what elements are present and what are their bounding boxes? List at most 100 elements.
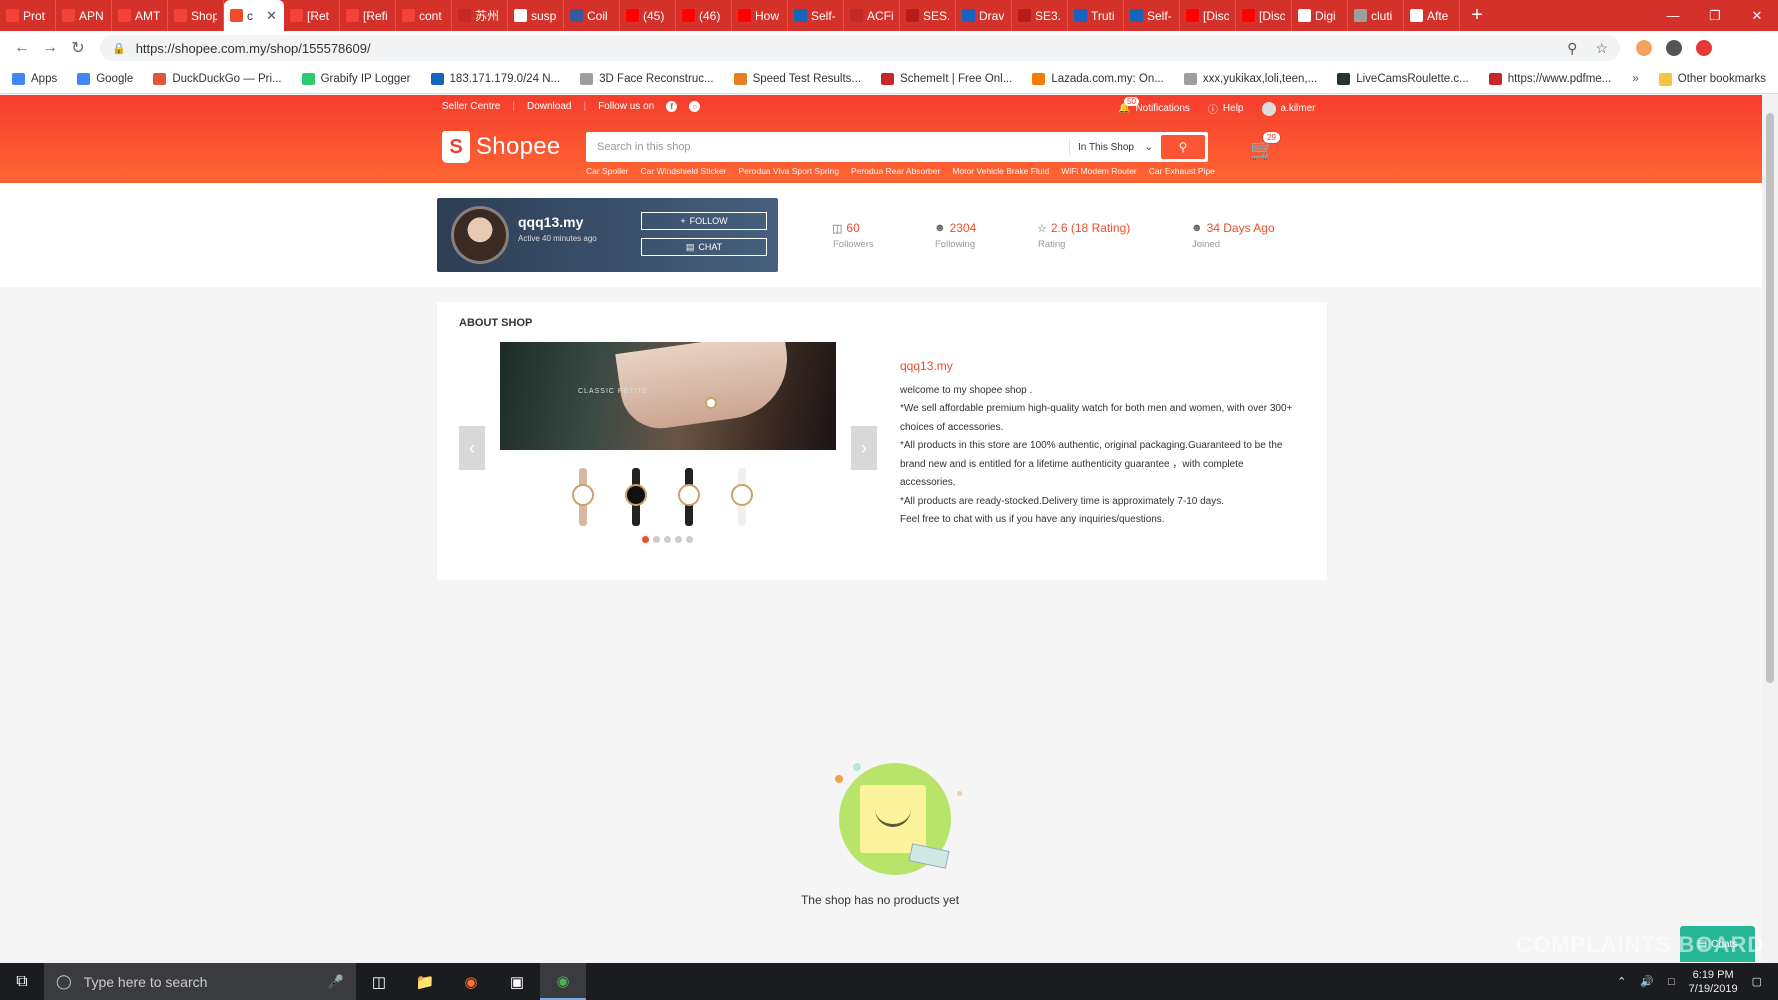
action-center-icon[interactable]: ▢ xyxy=(1752,975,1762,988)
bookmark-item[interactable]: Apps xyxy=(12,73,57,85)
bookmark-item[interactable]: Speed Test Results... xyxy=(733,73,861,85)
browser-tab[interactable]: susp xyxy=(508,0,564,31)
volume-icon[interactable]: 🔊 xyxy=(1640,975,1654,988)
search-hint-link[interactable]: Motor Vehicle Brake Fluid xyxy=(952,166,1049,176)
firefox-icon[interactable]: ◉ xyxy=(448,963,494,1000)
browser-tab[interactable]: SE3. xyxy=(1012,0,1068,31)
shop-banner-image[interactable]: CLASSIC PETITE xyxy=(500,342,836,450)
chat-button[interactable]: ▤ CHAT xyxy=(641,238,767,256)
user-menu[interactable]: a.kilmer xyxy=(1261,101,1316,116)
search-hint-link[interactable]: Car Exhaust Pipe xyxy=(1149,166,1215,176)
carousel-next-button[interactable]: › xyxy=(851,426,877,470)
download-link[interactable]: Download xyxy=(527,101,571,112)
bookmark-star-icon[interactable]: ☆ xyxy=(1595,40,1608,57)
page-scrollbar[interactable] xyxy=(1762,95,1778,963)
shop-avatar[interactable] xyxy=(451,206,509,264)
browser-tab[interactable]: Drav xyxy=(956,0,1012,31)
browser-tab[interactable]: cont xyxy=(396,0,452,31)
microphone-icon[interactable]: 🎤 xyxy=(328,974,344,990)
chrome-icon[interactable]: ◉ xyxy=(540,963,586,1000)
tray-chevron-up-icon[interactable]: ⌃ xyxy=(1617,975,1626,988)
search-scope-select[interactable]: In This Shop ⌄ xyxy=(1069,138,1161,156)
search-hint-link[interactable]: Car Spoiler xyxy=(586,166,629,176)
other-bookmarks[interactable]: Other bookmarks xyxy=(1658,72,1778,86)
seller-centre-link[interactable]: Seller Centre xyxy=(442,101,500,112)
carousel-dot[interactable] xyxy=(664,536,671,543)
minimize-icon[interactable]: — xyxy=(1652,0,1694,31)
browser-tab[interactable]: Afte xyxy=(1404,0,1460,31)
bookmark-item[interactable]: Google xyxy=(77,73,133,85)
carousel-dot[interactable] xyxy=(675,536,682,543)
browser-tab[interactable]: APN xyxy=(56,0,112,31)
carousel-prev-button[interactable]: ‹ xyxy=(459,426,485,470)
windows-start-icon[interactable]: ⧉ xyxy=(0,973,44,991)
tab-favicon-icon xyxy=(402,9,415,22)
new-tab-button[interactable]: + xyxy=(1460,0,1494,31)
browser-tab[interactable]: c ✕ xyxy=(224,0,284,31)
url-text[interactable]: https://shopee.com.my/shop/155578609/ xyxy=(136,41,371,56)
notifications-link[interactable]: 🔔 50 Notifications xyxy=(1118,97,1190,114)
browser-tab[interactable]: Self- xyxy=(1124,0,1180,31)
bookmark-item[interactable]: LiveCamsRoulette.c... xyxy=(1337,73,1469,85)
taskbar-search[interactable]: ◯ Type here to search 🎤 xyxy=(44,963,356,1000)
browser-tab[interactable]: [Disc xyxy=(1180,0,1236,31)
browser-tab[interactable]: Digi xyxy=(1292,0,1348,31)
bookmark-item[interactable]: xxx,yukikax,loli,teen,... xyxy=(1183,73,1317,85)
bookmark-item[interactable]: SchemeIt | Free Onl... xyxy=(881,73,1012,85)
carousel-dot[interactable] xyxy=(686,536,693,543)
browser-tab[interactable]: Truti xyxy=(1068,0,1124,31)
search-input[interactable] xyxy=(589,141,1069,153)
carousel-dot[interactable] xyxy=(642,536,649,543)
browser-tab[interactable]: (46) xyxy=(676,0,732,31)
carousel-dot[interactable] xyxy=(653,536,660,543)
bookmark-item[interactable]: Grabify IP Logger xyxy=(301,73,411,85)
browser-tab[interactable]: 苏州 xyxy=(452,0,508,31)
search-hint-link[interactable]: Car Windshield Sticker xyxy=(641,166,727,176)
browser-tab[interactable]: [Refi xyxy=(340,0,396,31)
facebook-icon[interactable]: f xyxy=(666,101,678,112)
extension-icon[interactable] xyxy=(1636,40,1652,56)
browser-tab[interactable]: Coil xyxy=(564,0,620,31)
network-icon[interactable]: □ xyxy=(1668,976,1675,988)
search-button[interactable]: ⚲ xyxy=(1161,135,1205,159)
close-icon[interactable]: ✕ xyxy=(1736,0,1778,31)
omnibox[interactable]: 🔒 https://shopee.com.my/shop/155578609/ … xyxy=(100,35,1620,61)
search-hint-link[interactable]: WiFi Modem Router xyxy=(1061,166,1137,176)
bookmark-item[interactable]: DuckDuckGo — Pri... xyxy=(153,73,282,85)
browser-tab[interactable]: AMT xyxy=(112,0,168,31)
task-view-icon[interactable]: ◫ xyxy=(356,963,402,1000)
browser-tab[interactable]: (45) xyxy=(620,0,676,31)
reload-icon[interactable]: ↻ xyxy=(64,38,92,58)
bookmark-item[interactable]: 183.171.179.0/24 N... xyxy=(430,73,560,85)
bookmark-item[interactable]: https://www.pdfme... xyxy=(1488,73,1611,85)
search-hint-link[interactable]: Perodua Viva Sport Spring xyxy=(739,166,840,176)
bookmark-item[interactable]: 3D Face Reconstruc... xyxy=(580,73,714,85)
browser-tab[interactable]: [Disc xyxy=(1236,0,1292,31)
browser-tab[interactable]: SES.p xyxy=(900,0,956,31)
scrollbar-thumb[interactable] xyxy=(1766,113,1774,683)
instagram-icon[interactable]: ○ xyxy=(689,101,701,112)
bookmarks-more-icon[interactable]: » xyxy=(1632,73,1638,85)
file-explorer-icon[interactable]: 📁 xyxy=(402,963,448,1000)
profile-avatar-icon[interactable] xyxy=(1666,40,1682,56)
shopee-logo[interactable]: S Shopee xyxy=(442,131,561,163)
search-hint-link[interactable]: Perodua Rear Absorber xyxy=(851,166,940,176)
browser-tab[interactable]: ACFi xyxy=(844,0,900,31)
app-icon[interactable]: ▣ xyxy=(494,963,540,1000)
browser-tab[interactable]: How xyxy=(732,0,788,31)
extension-icon[interactable] xyxy=(1696,40,1712,56)
clock[interactable]: 6:19 PM 7/19/2019 xyxy=(1689,968,1738,996)
browser-tab[interactable]: cluti xyxy=(1348,0,1404,31)
follow-button[interactable]: + FOLLOW xyxy=(641,212,767,230)
browser-tab[interactable]: Self- xyxy=(788,0,844,31)
browser-tab[interactable]: [Ret xyxy=(284,0,340,31)
tab-close-icon[interactable]: ✕ xyxy=(266,8,277,24)
back-icon[interactable]: ← xyxy=(8,39,36,57)
restore-icon[interactable]: ❐ xyxy=(1694,0,1736,31)
browser-tab[interactable]: Shop xyxy=(168,0,224,31)
help-link[interactable]: ⓘ Help xyxy=(1208,101,1244,116)
browser-tab[interactable]: Prot xyxy=(0,0,56,31)
forward-icon[interactable]: → xyxy=(36,39,64,57)
zoom-icon[interactable]: ⚲ xyxy=(1567,40,1577,57)
bookmark-item[interactable]: Lazada.com.my: On... xyxy=(1032,73,1164,85)
